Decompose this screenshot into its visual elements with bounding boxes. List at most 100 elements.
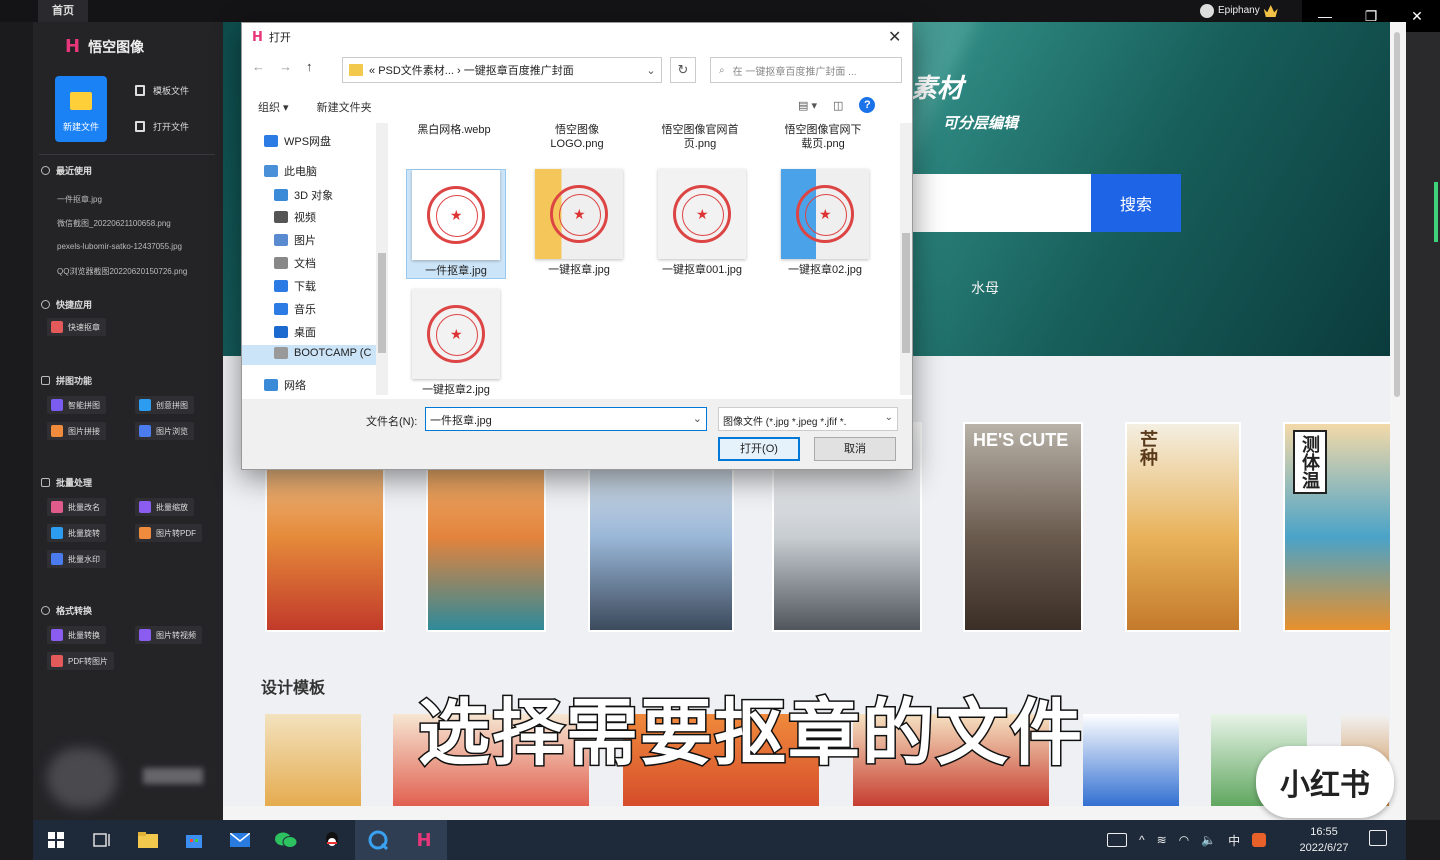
recent-item[interactable]: pexels-lubomir-satko-12437055.jpg <box>57 242 182 251</box>
batch-watermark-tool[interactable]: 批量水印 <box>47 550 106 568</box>
file-item[interactable]: 悟空图像官网首 页.png <box>650 123 750 151</box>
hero-search-input[interactable] <box>903 174 1091 232</box>
new-file-button[interactable]: 新建文件 <box>55 76 107 142</box>
new-folder-button[interactable]: 新建文件夹 <box>317 99 372 115</box>
view-mode-icon[interactable]: ▤ ▾ <box>798 99 817 112</box>
dialog-search-input[interactable]: ⌕ 在 一键抠章百度推广封面 ... <box>710 57 902 83</box>
poster-card[interactable]: HE'S CUTE <box>963 422 1083 632</box>
filetype-select[interactable]: 图像文件 (*.jpg *.jpeg *.jfif *. ⌄ <box>718 407 898 431</box>
template-card[interactable] <box>265 714 361 810</box>
refresh-button[interactable]: ↻ <box>670 57 696 83</box>
forward-arrow-icon[interactable]: → <box>279 59 292 74</box>
tree-item[interactable]: 文档 <box>274 255 316 271</box>
cancel-button[interactable]: 取消 <box>814 437 896 461</box>
help-icon[interactable]: ? <box>859 97 876 113</box>
windows-start-icon[interactable] <box>33 820 79 860</box>
recent-item[interactable]: QQ浏览器截图20220620150726.png <box>57 266 187 277</box>
tree-item-label: WPS网盘 <box>284 136 332 148</box>
taskbar: H ^ ≋ ◠ 🔈 中 16:55 2022/6/27 <box>33 820 1406 860</box>
tree-item[interactable]: 视频 <box>274 209 316 225</box>
file-item[interactable]: ★ 一键抠章.jpg <box>529 169 629 277</box>
task-view-icon[interactable] <box>79 820 125 860</box>
image-stitch-tool[interactable]: 图片拼接 <box>47 422 106 440</box>
chevron-up-icon[interactable]: ^ <box>1139 833 1145 847</box>
template-file-button[interactable]: 模板文件 <box>135 84 189 97</box>
file-list: 黑白网格.webp 悟空图像 LOGO.png 悟空图像官网首 页.png 悟空图像官… <box>396 123 900 399</box>
batch-convert-tool[interactable]: 批量转换 <box>47 626 106 644</box>
tree-item[interactable]: 图片 <box>274 232 316 248</box>
browser-icon[interactable] <box>355 820 401 860</box>
file-item[interactable]: 黑白网格.webp <box>404 123 504 137</box>
breadcrumb-psd[interactable]: PSD文件素材... <box>378 65 454 77</box>
preview-pane-icon[interactable]: ◫ <box>833 99 843 112</box>
mail-icon[interactable] <box>217 820 263 860</box>
file-item[interactable]: ★ 一键抠章001.jpg <box>652 169 752 277</box>
image-to-pdf-tool[interactable]: 图片转PDF <box>135 524 202 542</box>
image-browse-tool[interactable]: 图片浏览 <box>135 422 194 440</box>
chevron-down-icon[interactable]: ⌄ <box>693 412 702 425</box>
pdf-to-image-tool[interactable]: PDF转图片 <box>47 652 114 670</box>
tree-item[interactable]: 3D 对象 <box>274 187 333 203</box>
image-thumbnail: ★ <box>658 169 746 259</box>
organize-button[interactable]: 组织 ▾ <box>258 99 289 115</box>
hot-tag[interactable]: 水母 <box>971 278 999 298</box>
recent-item[interactable]: 一件抠章.jpg <box>57 194 102 205</box>
file-item[interactable]: 悟空图像 LOGO.png <box>527 123 627 151</box>
file-item[interactable]: 悟空图像官网下 载页.png <box>773 123 873 151</box>
tree-scrollbar[interactable] <box>376 123 388 395</box>
clock[interactable]: 16:55 2022/6/27 <box>1289 824 1359 856</box>
image-to-video-tool[interactable]: 图片转视频 <box>135 626 202 644</box>
tree-item[interactable]: WPS网盘 <box>264 133 331 149</box>
tree-item[interactable]: 音乐 <box>274 301 316 317</box>
tree-item[interactable]: 下载 <box>274 278 316 294</box>
network-icon[interactable]: ≋ <box>1157 833 1167 847</box>
user-account[interactable]: Epiphany <box>1200 2 1278 20</box>
store-icon[interactable] <box>171 820 217 860</box>
open-button[interactable]: 打开(O) <box>718 437 800 461</box>
filename-input[interactable]: 一件抠章.jpg ⌄ <box>425 407 707 431</box>
wukong-app-icon[interactable]: H <box>401 820 447 860</box>
template-card[interactable] <box>1083 714 1179 810</box>
notification-icon[interactable] <box>1369 830 1387 846</box>
back-arrow-icon[interactable]: ← <box>252 59 265 74</box>
keyboard-icon[interactable] <box>1107 833 1127 847</box>
up-arrow-icon[interactable]: ↑ <box>306 59 313 74</box>
batch-rotate-tool[interactable]: 批量旋转 <box>47 524 106 542</box>
qq-icon[interactable] <box>309 820 355 860</box>
breadcrumb-current[interactable]: 一键抠章百度推广封面 <box>464 65 574 77</box>
file-item[interactable]: ★ 一件抠章.jpg <box>406 169 506 279</box>
tree-item[interactable]: 此电脑 <box>264 163 317 179</box>
tree-item[interactable]: 网络 <box>264 377 306 393</box>
file-list-scrollbar[interactable] <box>900 123 912 395</box>
quick-stamp-tool[interactable]: 快速抠章 <box>47 318 106 336</box>
antivirus-icon[interactable] <box>1252 833 1267 847</box>
wechat-icon[interactable] <box>263 820 309 860</box>
chevron-down-icon[interactable]: ⌄ <box>641 64 661 77</box>
file-explorer-icon[interactable] <box>125 820 171 860</box>
hero-subtitle: 可分层编辑 <box>943 115 1019 132</box>
image-file-icon <box>135 121 145 132</box>
horizontal-scrollbar[interactable] <box>223 806 1390 820</box>
vertical-scrollbar[interactable] <box>1390 22 1406 820</box>
format-section-title: 格式转换 <box>41 604 92 617</box>
home-tab[interactable]: 首页 <box>38 0 88 22</box>
file-item[interactable]: ★ 一键抠章02.jpg <box>775 169 875 277</box>
input-method[interactable]: 中 <box>1228 832 1240 849</box>
creative-collage-tool[interactable]: 创意拼图 <box>135 396 194 414</box>
open-file-button[interactable]: 打开文件 <box>135 120 189 133</box>
batch-rename-tool[interactable]: 批量改名 <box>47 498 106 516</box>
poster-card[interactable]: 测体温 <box>1283 422 1393 632</box>
address-bar[interactable]: « PSD文件素材... › 一键抠章百度推广封面 ⌄ <box>342 57 662 83</box>
scroll-thumb[interactable] <box>1394 32 1400 397</box>
recent-item[interactable]: 微信截图_20220621100658.png <box>57 218 171 229</box>
tree-item[interactable]: 桌面 <box>274 324 316 340</box>
search-button[interactable]: 搜索 <box>1091 174 1181 232</box>
tree-item[interactable]: BOOTCAMP (C <box>274 347 371 359</box>
poster-card[interactable]: 芒种 <box>1125 422 1241 632</box>
volume-icon[interactable]: 🔈 <box>1201 833 1216 847</box>
file-item[interactable]: ★ 一键抠章2.jpg <box>406 289 506 397</box>
batch-resize-tool[interactable]: 批量缩放 <box>135 498 194 516</box>
smart-collage-tool[interactable]: 智能拼图 <box>47 396 106 414</box>
wifi-icon[interactable]: ◠ <box>1179 833 1189 847</box>
dialog-close-button[interactable]: ✕ <box>888 27 901 47</box>
